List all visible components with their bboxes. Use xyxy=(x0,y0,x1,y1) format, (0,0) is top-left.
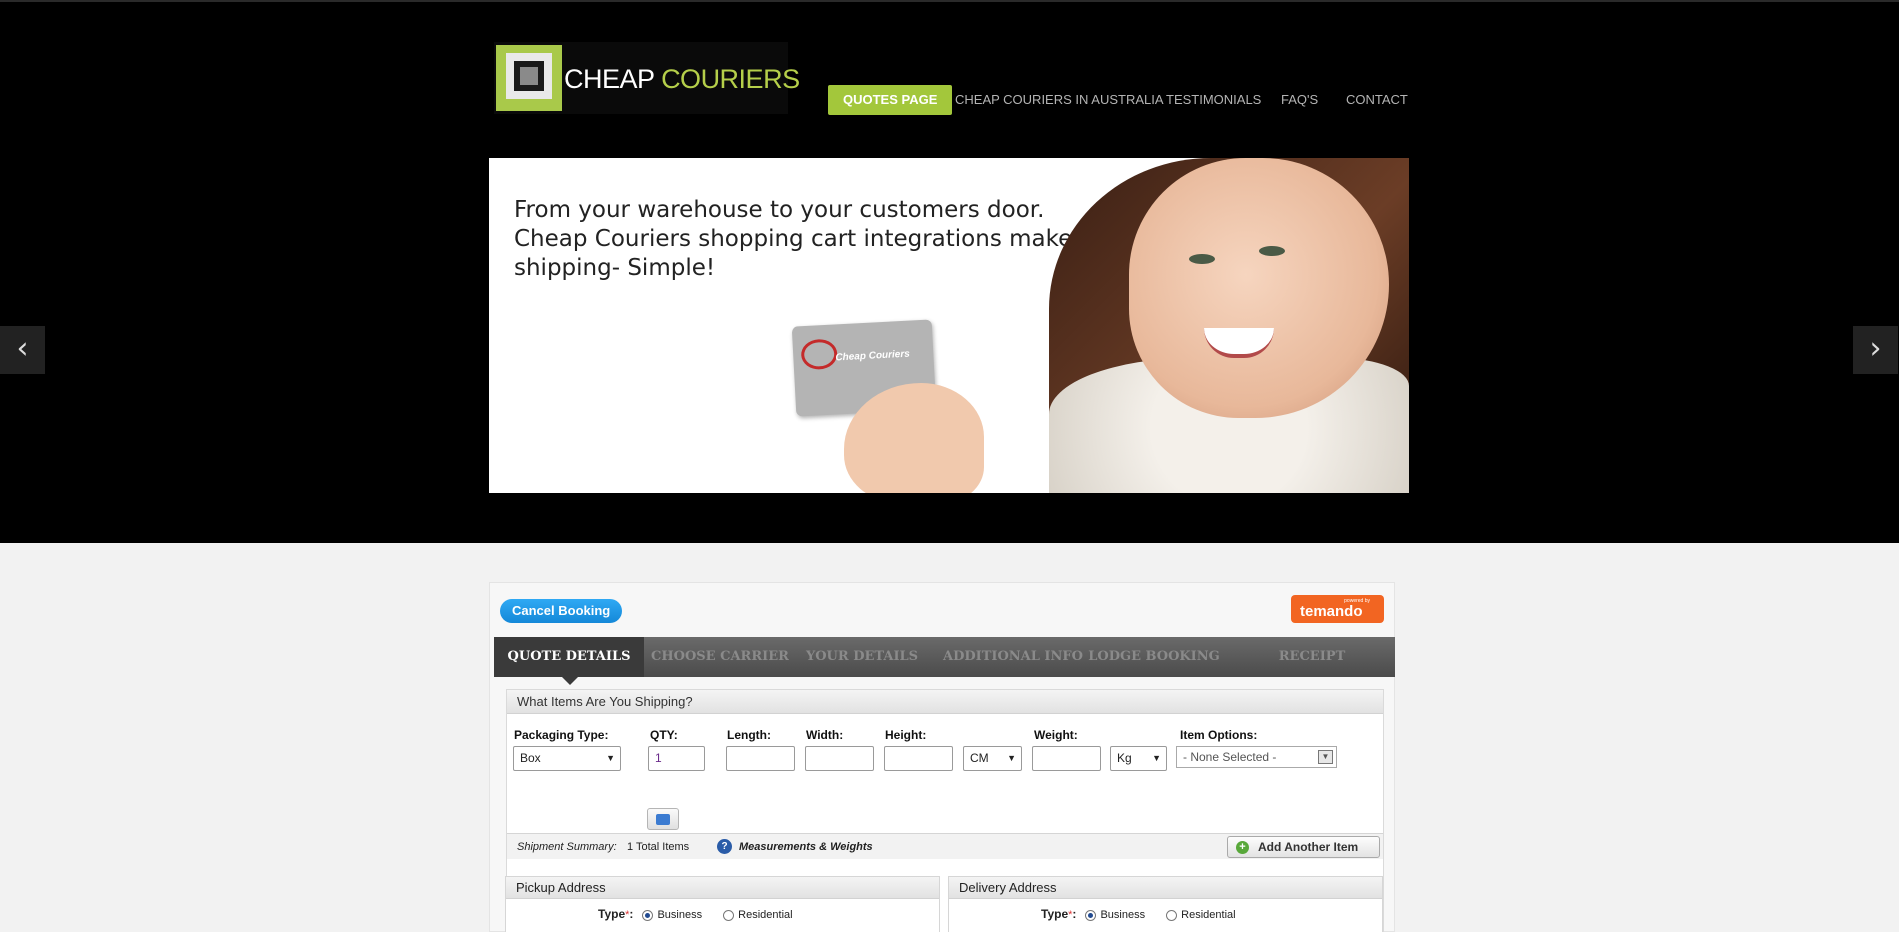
card-logo-icon xyxy=(800,338,838,371)
hero-photo-eye xyxy=(1189,254,1215,264)
temando-name: temando xyxy=(1300,603,1363,620)
measurements-weights-link[interactable]: Measurements & Weights xyxy=(739,841,873,853)
logo-text: CHEAP COURIERS xyxy=(564,64,800,94)
hero-line-2: Cheap Couriers shopping cart integration… xyxy=(514,226,1085,252)
nav-testimonials[interactable]: TESTIMONIALS xyxy=(1166,85,1261,115)
plus-icon: + xyxy=(1236,841,1249,854)
weight-label: Weight: xyxy=(1034,728,1078,742)
step-lodge-booking[interactable]: LODGE BOOKING xyxy=(1086,637,1222,677)
qty-input[interactable]: 1 xyxy=(648,746,705,771)
shipment-summary-bar: Shipment Summary: 1 Total Items ? Measur… xyxy=(507,833,1383,859)
length-label: Length: xyxy=(727,728,771,742)
item-options-value: - None Selected - xyxy=(1183,750,1277,764)
step-your-details[interactable]: YOUR DETAILS xyxy=(794,637,930,677)
nav-contact[interactable]: CONTACT xyxy=(1346,85,1408,115)
add-another-item-button[interactable]: + Add Another Item xyxy=(1227,836,1380,858)
hero-line-1: From your warehouse to your customers do… xyxy=(514,197,1045,223)
delivery-residential-radio[interactable] xyxy=(1166,909,1178,921)
add-item-icon-button[interactable] xyxy=(647,808,679,830)
shipment-item-count: 1 Total Items xyxy=(627,841,690,853)
delivery-type-label: Type xyxy=(1041,907,1069,921)
weight-unit-value: Kg xyxy=(1117,751,1132,765)
nav-faqs[interactable]: FAQ'S xyxy=(1281,85,1318,115)
pickup-type-row: Type*: Business Residential xyxy=(598,907,793,921)
booking-steps: QUOTE DETAILS CHOOSE CARRIER YOUR DETAIL… xyxy=(494,637,1395,685)
delivery-type-row: Type*: Business Residential xyxy=(1041,907,1236,921)
chevron-down-icon: ▼ xyxy=(606,753,615,763)
dimension-unit-value: CM xyxy=(970,751,989,765)
height-label: Height: xyxy=(885,728,927,742)
items-panel-title: What Items Are You Shipping? xyxy=(507,690,1383,714)
dropdown-arrow-icon: ▼ xyxy=(1318,750,1333,764)
hero-photo-eye xyxy=(1259,246,1285,256)
card-label: Cheap Couriers xyxy=(835,348,911,364)
logo-mark-icon xyxy=(496,45,562,111)
pickup-residential-radio[interactable] xyxy=(723,909,735,921)
delivery-address-title: Delivery Address xyxy=(949,877,1382,899)
weight-unit-select[interactable]: Kg ▼ xyxy=(1110,746,1167,771)
packaging-type-select[interactable]: Box ▼ xyxy=(513,746,621,771)
item-options-label: Item Options: xyxy=(1180,728,1258,742)
width-label: Width: xyxy=(806,728,844,742)
width-input[interactable] xyxy=(805,746,874,771)
qty-label: QTY: xyxy=(650,728,678,742)
hero-line-3: shipping- Simple! xyxy=(514,255,716,281)
temando-logo[interactable]: powered by temando xyxy=(1291,595,1384,623)
step-receipt[interactable]: RECEIPT xyxy=(1244,637,1380,677)
pickup-type-label: Type xyxy=(598,907,626,921)
packaging-type-label: Packaging Type: xyxy=(514,728,609,742)
slider-prev-button[interactable]: ‹ xyxy=(0,326,45,374)
dimension-unit-select[interactable]: CM ▼ xyxy=(963,746,1022,771)
site-logo[interactable]: CHEAP COURIERS xyxy=(494,42,800,114)
item-options-select[interactable]: - None Selected - ▼ xyxy=(1176,746,1337,768)
delivery-residential-label: Residential xyxy=(1181,909,1236,921)
length-input[interactable] xyxy=(726,746,795,771)
pickup-address-panel: Pickup Address Type*: Business Residenti… xyxy=(505,876,940,932)
chevron-down-icon: ▼ xyxy=(1007,753,1016,763)
height-input[interactable] xyxy=(884,746,953,771)
delivery-business-label: Business xyxy=(1100,909,1146,921)
cancel-booking-button[interactable]: Cancel Booking xyxy=(500,599,623,623)
pickup-business-label: Business xyxy=(657,909,703,921)
shipment-summary-label: Shipment Summary: xyxy=(517,841,617,853)
pickup-business-radio[interactable] xyxy=(642,909,654,921)
step-additional-info[interactable]: ADDITIONAL INFO xyxy=(943,637,1083,677)
step-quote-details[interactable]: QUOTE DETAILS xyxy=(494,637,644,685)
help-icon[interactable]: ? xyxy=(717,839,732,854)
pickup-address-title: Pickup Address xyxy=(506,877,939,899)
hero-text: From your warehouse to your customers do… xyxy=(514,196,1085,283)
delivery-business-radio[interactable] xyxy=(1085,909,1097,921)
nav-quotes-page[interactable]: QUOTES PAGE xyxy=(828,85,953,115)
add-another-item-label: Add Another Item xyxy=(1258,840,1359,854)
pickup-residential-label: Residential xyxy=(738,909,793,921)
nav-cheap-couriers-australia[interactable]: CHEAP COURIERS IN AUSTRALIA xyxy=(955,85,1164,115)
packaging-type-value: Box xyxy=(520,751,541,765)
chevron-down-icon: ▼ xyxy=(1152,753,1161,763)
add-box-icon xyxy=(656,814,670,825)
step-choose-carrier[interactable]: CHOOSE CARRIER xyxy=(651,637,789,677)
weight-input[interactable] xyxy=(1032,746,1101,771)
slider-next-button[interactable]: › xyxy=(1853,326,1898,374)
delivery-address-panel: Delivery Address Type*: Business Residen… xyxy=(948,876,1383,932)
hero-slider: From your warehouse to your customers do… xyxy=(489,158,1409,493)
